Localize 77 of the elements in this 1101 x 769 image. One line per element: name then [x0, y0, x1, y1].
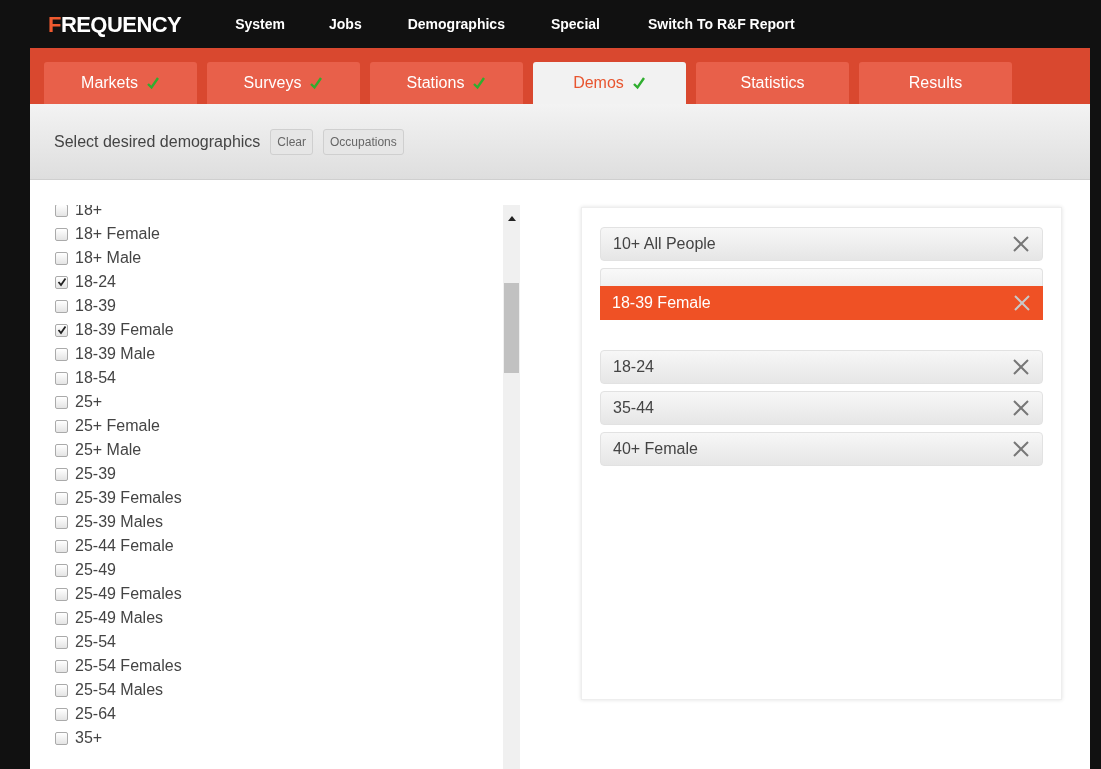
close-icon[interactable]: [1012, 399, 1030, 417]
toolbar-button[interactable]: Occupations: [323, 128, 404, 155]
nav-link[interactable]: Jobs: [329, 13, 362, 35]
checkbox[interactable]: [55, 635, 68, 649]
demographic-option[interactable]: 18-24: [55, 270, 503, 294]
demographic-option[interactable]: 25+ Male: [55, 438, 503, 462]
demo-chip[interactable]: 40+ Female: [600, 432, 1043, 466]
demographic-option[interactable]: 25-54 Females: [55, 654, 503, 678]
checkbox[interactable]: [55, 347, 68, 361]
checkbox[interactable]: [55, 563, 68, 577]
dragged-chip-label: 18-39 Female: [612, 293, 711, 313]
close-icon[interactable]: [1012, 358, 1030, 376]
demo-chip[interactable]: 18-24: [600, 350, 1043, 384]
demographic-option[interactable]: 25-49 Females: [55, 582, 503, 606]
scrollbar[interactable]: [503, 205, 520, 769]
checkbox[interactable]: [55, 491, 68, 505]
demographic-option[interactable]: 25-54 Males: [55, 678, 503, 702]
demographic-option[interactable]: 18+ Female: [55, 222, 503, 246]
demographic-option[interactable]: 35+: [55, 726, 503, 750]
demographic-option[interactable]: 18-54: [55, 366, 503, 390]
checkbox[interactable]: [55, 227, 68, 241]
demographic-option[interactable]: 25-39 Females: [55, 486, 503, 510]
demo-chip-label: 10+ All People: [613, 234, 716, 254]
demographic-option[interactable]: 25-39: [55, 462, 503, 486]
demographic-option[interactable]: 25-64: [55, 702, 503, 726]
toolbar-prompt: Select desired demographics: [54, 131, 261, 152]
nav-link[interactable]: Special: [550, 13, 600, 35]
demo-chip-label: 40+ Female: [613, 439, 698, 459]
scroll-up-icon[interactable]: [507, 215, 516, 221]
check-icon: [145, 76, 160, 90]
close-icon[interactable]: [1012, 235, 1030, 253]
checkbox[interactable]: [55, 205, 68, 217]
checkbox[interactable]: [55, 587, 68, 601]
close-icon[interactable]: [1013, 294, 1031, 312]
checkbox[interactable]: [55, 371, 68, 385]
check-icon: [309, 76, 324, 90]
demo-chip-label: 35-44: [613, 398, 654, 418]
checkbox[interactable]: [55, 395, 68, 409]
checkbox[interactable]: [55, 275, 68, 289]
dragged-chip[interactable]: 18-39 Female: [600, 286, 1043, 320]
demo-chip[interactable]: 35-44: [600, 391, 1043, 425]
demographic-option[interactable]: 18+ Male: [55, 246, 503, 270]
demographic-option[interactable]: 18-39: [55, 294, 503, 318]
checkbox[interactable]: [55, 251, 68, 265]
checkbox[interactable]: [55, 443, 68, 457]
checkbox[interactable]: [55, 515, 68, 529]
close-icon[interactable]: [1012, 440, 1030, 458]
checkbox[interactable]: [55, 683, 68, 697]
checkbox[interactable]: [55, 419, 68, 433]
demographic-option[interactable]: 25+ Female: [55, 414, 503, 438]
checkbox[interactable]: [55, 707, 68, 721]
demographic-option[interactable]: 25-39 Males: [55, 510, 503, 534]
nav-link[interactable]: System: [235, 13, 285, 35]
brand-logo[interactable]: FREQUENCY: [48, 7, 182, 41]
toolbar-button[interactable]: Clear: [270, 128, 314, 155]
checkbox[interactable]: [55, 467, 68, 481]
demographic-option[interactable]: 25-54: [55, 630, 503, 654]
check-icon: [472, 76, 487, 90]
demographic-option[interactable]: 18-39 Female: [55, 318, 503, 342]
nav-link[interactable]: Demographics: [407, 13, 505, 35]
checkbox[interactable]: [55, 731, 68, 745]
scrollbar-thumb[interactable]: [504, 283, 519, 373]
demographic-option[interactable]: 18-39 Male: [55, 342, 503, 366]
demo-chip[interactable]: 10+ All People: [600, 227, 1043, 261]
checkbox[interactable]: [55, 299, 68, 313]
nav-link[interactable]: Switch To R&F Report: [647, 13, 795, 35]
demographic-option[interactable]: 25-49: [55, 558, 503, 582]
demo-chip[interactable]: [600, 268, 1043, 286]
demo-chip-label: 18-24: [613, 357, 654, 377]
checkbox[interactable]: [55, 539, 68, 553]
demographic-option[interactable]: 25-44 Female: [55, 534, 503, 558]
demographic-option[interactable]: 25+: [55, 390, 503, 414]
demographic-option[interactable]: 25-49 Males: [55, 606, 503, 630]
checkbox[interactable]: [55, 659, 68, 673]
checkbox[interactable]: [55, 323, 68, 337]
checkbox[interactable]: [55, 611, 68, 625]
check-icon: [631, 76, 646, 90]
